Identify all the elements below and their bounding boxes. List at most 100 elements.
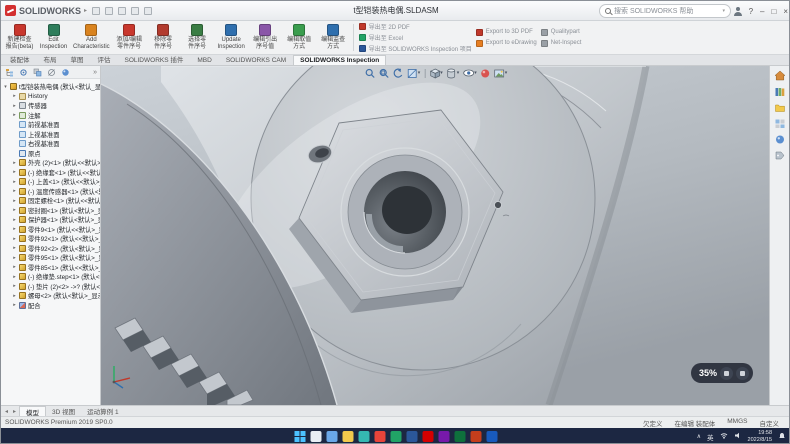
tabs-scroll-left-icon[interactable]: ◂ <box>3 408 10 415</box>
ribbon-button[interactable]: Update Inspection <box>215 22 248 53</box>
edit-appearance-icon[interactable] <box>479 67 492 79</box>
statusbar-item[interactable]: MMGS <box>727 418 747 428</box>
commandmanager-tab[interactable]: 评估 <box>91 52 118 65</box>
taskbar-app-icon[interactable] <box>439 431 450 442</box>
tree-expand-arrow-icon[interactable]: ▸ <box>12 169 17 175</box>
taskbar-app-icon[interactable] <box>407 431 418 442</box>
statusbar-item[interactable]: 欠定义 <box>643 418 663 428</box>
notification-icon[interactable] <box>778 432 786 442</box>
tree-item[interactable]: 原点 <box>1 149 100 159</box>
tree-expand-arrow-icon[interactable]: ▾ <box>3 84 8 90</box>
ribbon-small-button[interactable]: Export to eDrawing <box>476 39 537 48</box>
tree-expand-arrow-icon[interactable]: ▸ <box>12 198 17 204</box>
tree-item[interactable]: ▸ 外壳 (2)<1> (默认<<默认>_显示状... <box>1 158 100 168</box>
tree-expand-arrow-icon[interactable]: ▸ <box>12 217 17 223</box>
tree-item[interactable]: ▸ (-) 绝缘套<1> (默认<<默认>_显... <box>1 168 100 178</box>
previous-view-icon[interactable] <box>392 67 405 79</box>
ribbon-button[interactable]: 移除零 件序号 <box>147 22 180 53</box>
tree-expand-arrow-icon[interactable]: ▸ <box>12 236 17 242</box>
commandmanager-tab[interactable]: 装配体 <box>3 52 37 65</box>
tree-item[interactable]: ▸ 零件92<2> (默认<默认>_显... <box>1 244 100 254</box>
zoom-pill-mouse-icon[interactable] <box>720 367 733 380</box>
taskbar-app-icon[interactable] <box>327 431 338 442</box>
tree-expand-arrow-icon[interactable]: ▸ <box>12 93 17 99</box>
commandmanager-tab[interactable]: SOLIDWORKS Inspection <box>293 55 386 65</box>
search-dropdown-icon[interactable]: ▾ <box>722 8 725 14</box>
ribbon-button[interactable]: 编辑引出 序号值 <box>249 22 282 53</box>
tree-expand-arrow-icon[interactable]: ▸ <box>12 293 17 299</box>
tree-item[interactable]: ▸ 固定螺栓<1> (默认<<默认>_显... <box>1 196 100 206</box>
tree-expand-arrow-icon[interactable]: ▸ <box>12 188 17 194</box>
tree-expand-arrow-icon[interactable]: ▸ <box>12 226 17 232</box>
tree-expand-arrow-icon[interactable]: ▸ <box>12 302 17 308</box>
taskbar-app-icon[interactable] <box>487 431 498 442</box>
search-box[interactable]: 搜索 SOLIDWORKS 帮助 ▾ <box>599 4 731 18</box>
featuremanager-tab-icon[interactable] <box>4 67 15 78</box>
volume-icon[interactable] <box>734 432 742 441</box>
tree-expand-arrow-icon[interactable]: ▸ <box>12 264 17 270</box>
taskbar-app-icon[interactable] <box>375 431 386 442</box>
help-button[interactable]: ? <box>749 7 753 16</box>
tree-item[interactable]: ▸ History <box>1 92 100 102</box>
taskbar-app-icon[interactable] <box>471 431 482 442</box>
ribbon-small-button[interactable]: Net-Inspect <box>541 39 582 48</box>
tree-item[interactable]: ▸ 螺母<2> (默认<默认>_显示状... <box>1 291 100 301</box>
tree-expand-arrow-icon[interactable]: ▸ <box>12 160 17 166</box>
tree-expand-arrow-icon[interactable]: ▸ <box>12 112 17 118</box>
commandmanager-tab[interactable]: MBD <box>190 55 218 65</box>
ribbon-small-button[interactable]: 导出至 SOLIDWORKS Inspection 项目 <box>359 44 472 53</box>
propertymanager-tab-icon[interactable] <box>18 67 29 78</box>
commandmanager-tab[interactable]: SOLIDWORKS CAM <box>219 55 293 65</box>
tree-expand-arrow-icon[interactable]: ▸ <box>12 207 17 213</box>
language-indicator[interactable]: 英 <box>707 432 714 442</box>
tree-item[interactable]: ▸ 注解 <box>1 111 100 121</box>
ribbon-button[interactable]: 添加/编辑 零件序号 <box>113 22 146 53</box>
document-tab[interactable]: 运动算例 1 <box>81 406 124 416</box>
zoom-to-area-icon[interactable] <box>378 67 391 79</box>
tree-item[interactable]: ▾ t型铠装热电偶 (默认<默认_显示状态-1>) <box>1 82 100 92</box>
taskbar-app-icon[interactable] <box>423 431 434 442</box>
zoom-pill-settings-icon[interactable] <box>736 367 749 380</box>
displaymanager-tab-icon[interactable] <box>60 67 71 78</box>
tree-item[interactable]: ▸ (-) 垫片 (2)<2> ->? (默认<<默认... <box>1 282 100 292</box>
rebuild-icon[interactable] <box>144 7 152 15</box>
taskbar-app-icon[interactable] <box>343 431 354 442</box>
tree-item[interactable]: ▸ 配合 <box>1 301 100 311</box>
display-style-icon[interactable]: ▾ <box>445 67 461 79</box>
minimize-button[interactable]: – <box>760 7 764 16</box>
tree-item[interactable]: ▸ 零件9<1> (默认<<默认>_显示状... <box>1 225 100 235</box>
dimxpertmanager-tab-icon[interactable] <box>46 67 57 78</box>
tabs-scroll-right-icon[interactable]: ▸ <box>11 408 18 415</box>
tree-item[interactable]: ▸ 零件92<1> (默认<<默认>_显... <box>1 234 100 244</box>
apply-scene-icon[interactable]: ▾ <box>493 67 509 79</box>
view-palette-icon[interactable] <box>773 117 787 129</box>
tree-item[interactable]: ▸ 零件85<1> (默认<<默认>_显... <box>1 263 100 273</box>
tree-item[interactable]: ▸ (-) 温度传感器<1> (默认<默认... <box>1 187 100 197</box>
tree-item[interactable]: 前视基准面 <box>1 120 100 130</box>
configurationmanager-tab-icon[interactable] <box>32 67 43 78</box>
user-account-icon[interactable] <box>734 7 742 16</box>
solidworks-resources-icon[interactable] <box>773 69 787 81</box>
tree-item[interactable]: 上视基准面 <box>1 130 100 140</box>
tree-expand-arrow-icon[interactable]: ▸ <box>12 255 17 261</box>
open-document-icon[interactable] <box>105 7 113 15</box>
ribbon-button[interactable]: 选择零 件序号 <box>181 22 214 53</box>
tree-expand-arrow-icon[interactable]: ▸ <box>12 179 17 185</box>
tree-item[interactable]: ▸ 传感器 <box>1 101 100 111</box>
appearances-scenes-icon[interactable] <box>773 133 787 145</box>
ribbon-small-button[interactable]: 导出至 Excel <box>359 33 472 42</box>
ribbon-button[interactable]: 新建检查 报告(beta) <box>3 22 36 53</box>
ribbon-small-button[interactable]: Qualitypart <box>541 28 582 37</box>
document-tab[interactable]: 模型 <box>19 406 46 416</box>
windows-start-icon[interactable] <box>295 431 306 442</box>
taskbar-clock[interactable]: 19:58 2022/8/15 <box>748 430 772 443</box>
tree-item[interactable]: ▸ 保护器<1> (默认<默认>_显示状... <box>1 215 100 225</box>
tree-item[interactable]: ▸ 密封圈<1> (默认<默认>_显示状... <box>1 206 100 216</box>
print-icon[interactable] <box>131 7 139 15</box>
commandmanager-tab[interactable]: SOLIDWORKS 插件 <box>118 52 191 65</box>
statusbar-item[interactable]: 自定义 <box>760 418 780 428</box>
tree-expand-arrow-icon[interactable]: ▸ <box>12 103 17 109</box>
taskbar-app-icon[interactable] <box>391 431 402 442</box>
tree-item[interactable]: ▸ 零件95<1> (默认<默认>_显示... <box>1 253 100 263</box>
hide-show-items-icon[interactable]: ▾ <box>461 67 478 79</box>
